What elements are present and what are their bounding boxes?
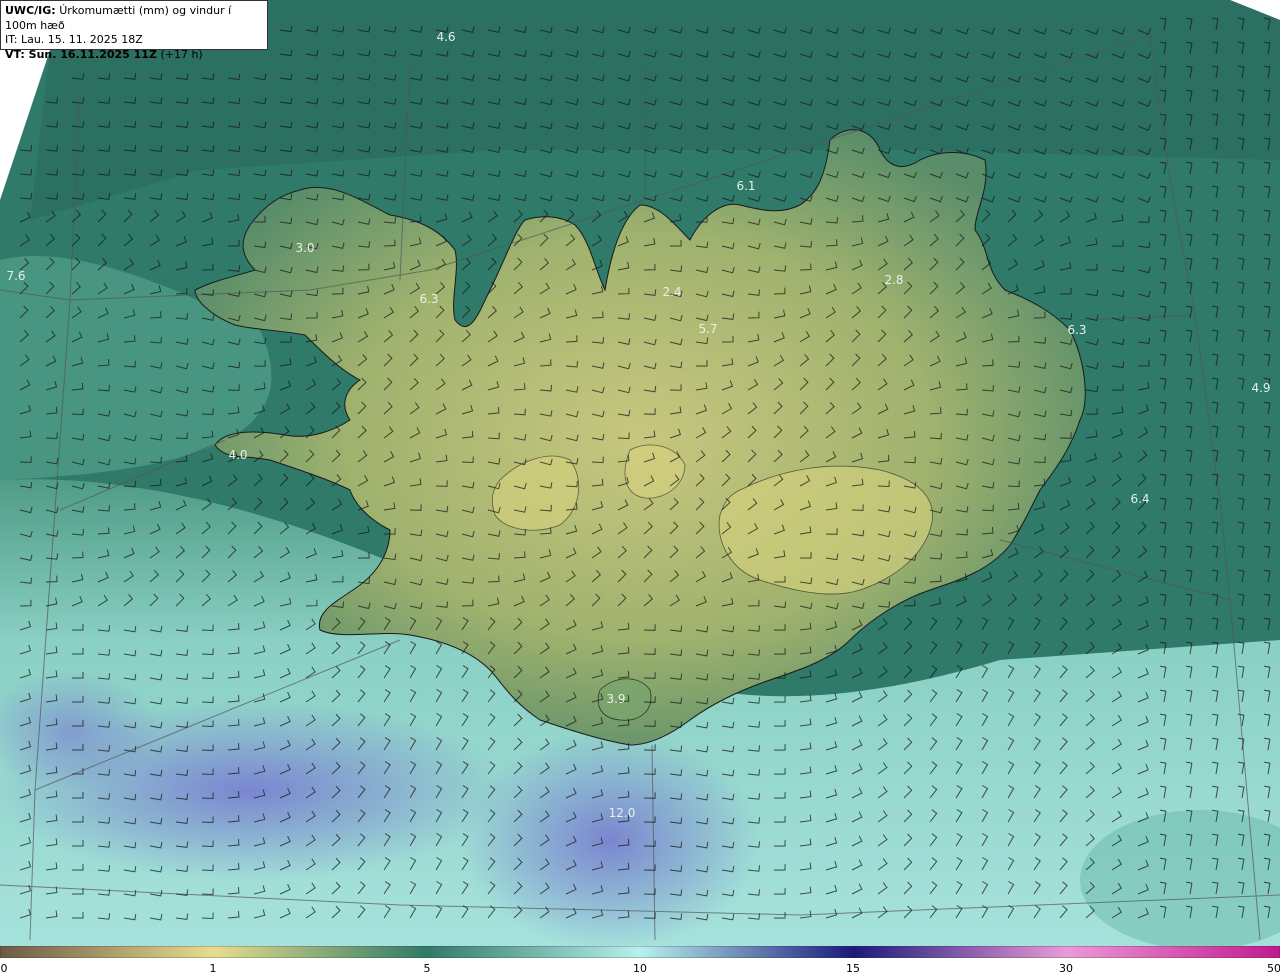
map-value-label: 4.9: [1251, 381, 1270, 395]
map-value-label: 6.4: [1130, 492, 1149, 506]
map-value-label: 6.3: [1067, 323, 1086, 337]
color-scale-tick: 1: [209, 962, 217, 975]
valid-time: VT: Sun. 16.11.2025 11Z: [5, 47, 157, 61]
init-time: IT: Lau. 15. 11. 2025 18Z: [5, 33, 143, 46]
map-value-label: 2.4: [662, 285, 681, 299]
model-name: UWC/IG:: [5, 4, 56, 17]
color-scale-ticks: 0 1 5 10 15 30 50: [0, 960, 1280, 978]
color-scale-tick: 15: [846, 962, 860, 975]
map-value-label: 2.8: [884, 273, 903, 287]
heavy-precip-south: [460, 730, 760, 946]
map-value-label: 3.9: [606, 692, 625, 706]
map-header: UWC/IG: Úrkomumætti (mm) og vindur í 100…: [0, 0, 268, 61]
map-value-label: 6.3: [419, 292, 438, 306]
map-value-label: 4.6: [436, 30, 455, 44]
map-value-label: 12.0: [609, 806, 636, 820]
forecast-offset: (+17 h): [160, 47, 203, 61]
map-value-label: 6.1: [736, 179, 755, 193]
precipitation-wind-map: 4.6 6.1 3.0 7.6 2.8 6.3 2.4 5.7 6.3 4.9 4.0 6.4 3.9 1…: [0, 0, 1280, 946]
map-value-label: 5.7: [698, 322, 717, 336]
color-scale-tick: 50: [1267, 962, 1280, 975]
color-scale-tick: 30: [1059, 962, 1073, 975]
map-value-label: 7.6: [6, 269, 25, 283]
color-scale-bar: [0, 946, 1280, 958]
map-value-label: 3.0: [295, 241, 314, 255]
color-scale-tick: 10: [633, 962, 647, 975]
map-value-label: 4.0: [228, 448, 247, 462]
color-scale-tick: 0: [0, 962, 8, 975]
color-scale-tick: 5: [423, 962, 431, 975]
